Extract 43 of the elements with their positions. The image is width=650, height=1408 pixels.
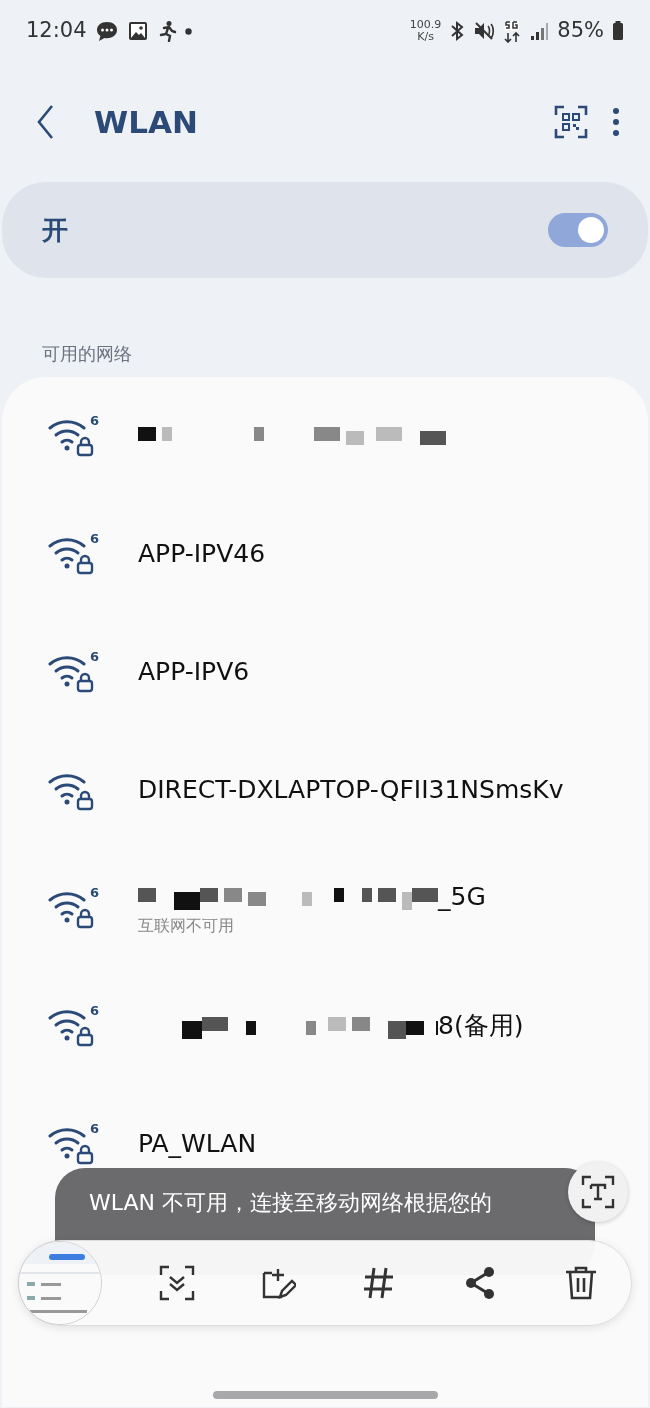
wifi-generation-label: 6 [90,886,100,899]
scroll-capture-icon [159,1265,196,1301]
signal-icon [529,20,550,42]
network-item[interactable]: DIRECT-DXLAPTOP-QFII31NSmsKv [2,731,648,849]
dot-icon [184,27,192,35]
chat-icon [94,20,119,42]
clock: 12:04 [26,17,87,45]
wifi-generation-label: 6 [90,1122,100,1135]
menu-icon [612,107,620,137]
network-name: DIRECT-DXLAPTOP-QFII31NSmsKv [138,774,564,807]
toggle-switch[interactable] [548,213,608,247]
switch-label: 开 [42,213,68,247]
speed-unit: K/s [416,31,435,43]
bluetooth-icon [449,20,466,42]
section-label: 可用的网络 [41,342,133,366]
wifi-generation-label: 6 [90,532,100,545]
mobile-data-icon [503,19,522,43]
mute-icon [473,20,496,42]
image-icon [126,20,149,42]
network-name: APP-IPV46 [138,538,266,571]
more-options-button[interactable] [612,107,620,137]
network-name: APP-IPV6 [138,656,250,689]
back-button[interactable] [36,104,56,140]
page-title: WLAN [94,102,198,142]
wifi-generation-label: 6 [90,414,100,427]
qr-code-icon [554,105,588,139]
wifi-generation-label: 6 [90,1004,100,1017]
back-icon [36,104,56,140]
network-item[interactable]: 6 _5G 互联网不可用 [2,849,648,967]
speed-value: 100.9 [409,19,442,31]
network-name: PA_WLAN [138,1128,257,1161]
network-item[interactable]: 6 APP-IPV46 [2,495,648,613]
battery-percent: 85% [557,17,604,45]
wifi-generation-label: 6 [90,650,100,663]
network-name: 8(备用) [438,1010,524,1043]
qr-scan-button[interactable] [554,105,588,139]
network-item[interactable]: 6 8(备用) [2,967,648,1085]
network-name: _5G [438,881,486,914]
network-status: 互联网不可用 [138,914,235,937]
text-scan-icon [581,1175,615,1209]
network-item[interactable]: 6 [2,377,648,495]
battery-icon [612,20,624,42]
network-item[interactable]: 6 APP-IPV6 [2,613,648,731]
